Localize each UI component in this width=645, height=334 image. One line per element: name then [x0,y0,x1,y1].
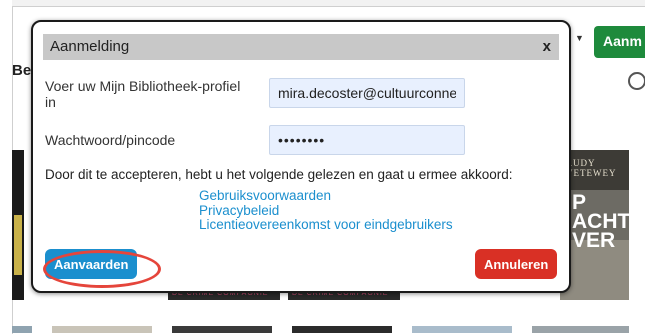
password-label: Wachtwoord/pincode [45,132,176,148]
dialog-header: Aanmelding x [43,34,559,60]
book-cover-author: RUDY VETEWEY [566,158,617,178]
book-cover-title: P ACHT VER [572,191,631,252]
cancel-button[interactable]: Annuleren [475,249,558,279]
login-button[interactable]: Aanm [594,26,645,58]
book-thumbnail[interactable] [292,326,392,333]
dialog-title: Aanmelding [50,38,130,55]
close-icon[interactable]: x [543,38,551,55]
eula-link[interactable]: Licentieovereenkomst voor eindgebruikers [199,217,453,233]
page-heading-partial: Be [12,62,32,79]
book-thumbnail[interactable] [172,326,272,333]
login-dialog: Aanmelding x Voer uw Mijn Bibliotheek-pr… [31,20,571,293]
book-thumbnail[interactable] [532,326,629,333]
chevron-down-icon: ▼ [575,33,584,43]
terms-links: Gebruiksvoorwaarden Privacybeleid Licent… [199,188,453,233]
book-cover-left-stripe [14,215,22,275]
book-thumbnail[interactable] [52,326,152,333]
password-input[interactable] [269,125,465,155]
accept-button[interactable]: Aanvaarden [45,249,138,279]
book-thumbnail[interactable] [412,326,512,333]
username-label: Voer uw Mijn Bibliotheek-profiel in [45,78,241,110]
privacy-policy-link[interactable]: Privacybeleid [199,203,453,219]
search-icon[interactable] [628,72,645,90]
terms-of-use-link[interactable]: Gebruiksvoorwaarden [199,188,453,204]
book-thumbnail[interactable] [12,326,32,333]
consent-text: Door dit te accepteren, hebt u het volge… [45,167,513,182]
username-input[interactable] [269,78,465,108]
